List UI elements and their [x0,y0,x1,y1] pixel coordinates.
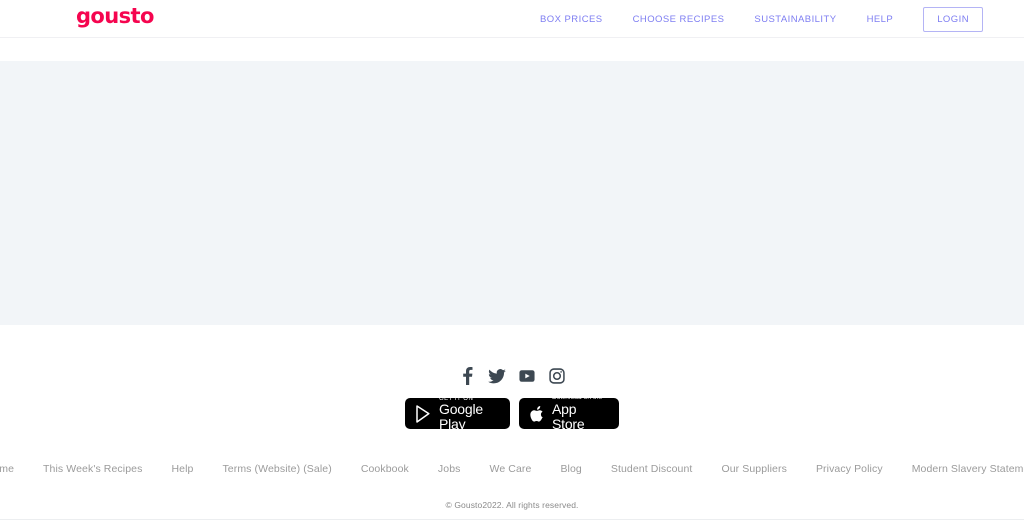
twitter-icon[interactable] [487,366,507,386]
social-links [0,366,1024,386]
hero-content-panel [0,61,1024,325]
nav-choose-recipes[interactable]: CHOOSE RECIPES [633,14,725,25]
copyright-text: © Gousto2022. All rights reserved. [445,500,579,510]
google-play-badge[interactable]: GET IT ON Google Play [405,396,510,432]
page-root: gousto BOX PRICES CHOOSE RECIPES SUSTAIN… [0,0,1024,525]
footer-link-home[interactable]: Home [0,463,14,475]
footer-link-help[interactable]: Help [171,463,193,475]
footer-link-cookbook[interactable]: Cookbook [361,463,409,475]
footer-link-we-care[interactable]: We Care [490,463,532,475]
app-store-badges: GET IT ON Google Play Download on the Ap… [0,395,1024,432]
footer-link-student-discount[interactable]: Student Discount [611,463,693,475]
google-play-bottom-label: Google Play [439,400,483,432]
login-button[interactable]: LOGIN [923,6,983,32]
footer-link-our-suppliers[interactable]: Our Suppliers [721,463,787,475]
footer-link-privacy-policy[interactable]: Privacy Policy [816,463,883,475]
facebook-icon[interactable] [457,366,477,386]
page-bottom-divider [0,519,1024,520]
footer-link-list: Home This Week's Recipes Help Terms (Web… [0,463,1024,475]
app-store-text: Download on the App Store [552,395,608,432]
google-play-icon [416,404,432,423]
nav-box-prices[interactable]: BOX PRICES [540,14,603,25]
google-play-text: GET IT ON Google Play [439,396,499,432]
app-store-bottom-label: App Store [552,401,585,432]
site-footer: GET IT ON Google Play Download on the Ap… [0,325,1024,525]
nav-sustainability[interactable]: SUSTAINABILITY [754,14,836,25]
footer-link-terms[interactable]: Terms (Website) (Sale) [222,463,331,475]
footer-link-jobs[interactable]: Jobs [438,463,461,475]
app-store-badge[interactable]: Download on the App Store [519,395,619,432]
nav-help[interactable]: HELP [867,14,894,25]
apple-logo-icon [530,405,545,423]
footer-link-modern-slavery-statement[interactable]: Modern Slavery Statement [912,463,1024,475]
instagram-icon[interactable] [547,366,567,386]
site-header: gousto BOX PRICES CHOOSE RECIPES SUSTAIN… [0,0,1024,38]
main-navigation: BOX PRICES CHOOSE RECIPES SUSTAINABILITY… [540,0,1024,38]
footer-link-this-weeks-recipes[interactable]: This Week's Recipes [43,463,142,475]
youtube-icon[interactable] [517,366,537,386]
header-spacer [0,39,1024,61]
gousto-logo[interactable]: gousto [76,6,154,27]
footer-link-blog[interactable]: Blog [560,463,581,475]
